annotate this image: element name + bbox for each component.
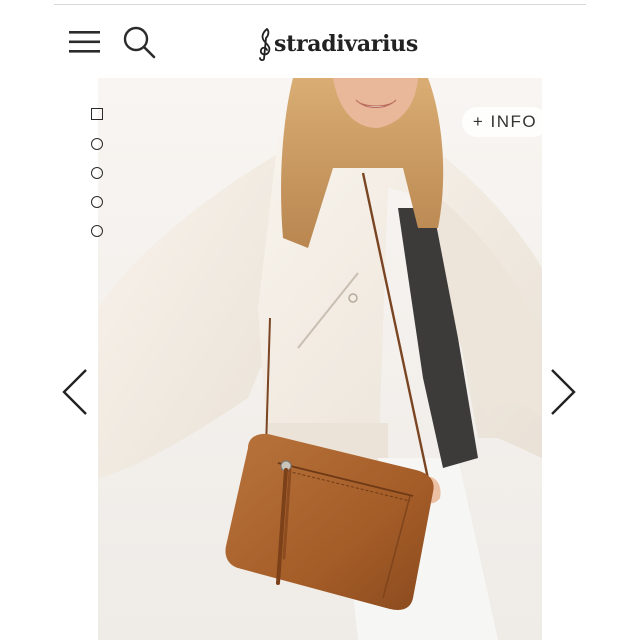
info-button[interactable]: + INFO (462, 107, 548, 137)
hamburger-menu-icon[interactable] (68, 29, 102, 55)
treble-clef-logo-icon (259, 28, 271, 61)
pagination-dot-3[interactable] (91, 167, 103, 179)
brand-logo[interactable]: stradivarius (258, 26, 418, 62)
chevron-right-icon[interactable] (548, 368, 578, 416)
chevron-left-icon[interactable] (60, 368, 90, 416)
product-image[interactable] (98, 78, 542, 640)
pagination-dot-5[interactable] (91, 225, 103, 237)
search-icon[interactable] (122, 25, 156, 59)
site-header: stradivarius (0, 0, 640, 78)
pagination-dot-1[interactable] (91, 108, 103, 120)
pagination-dot-2[interactable] (91, 138, 103, 150)
pagination-dot-4[interactable] (91, 196, 103, 208)
brand-name: stradivarius (274, 31, 418, 57)
